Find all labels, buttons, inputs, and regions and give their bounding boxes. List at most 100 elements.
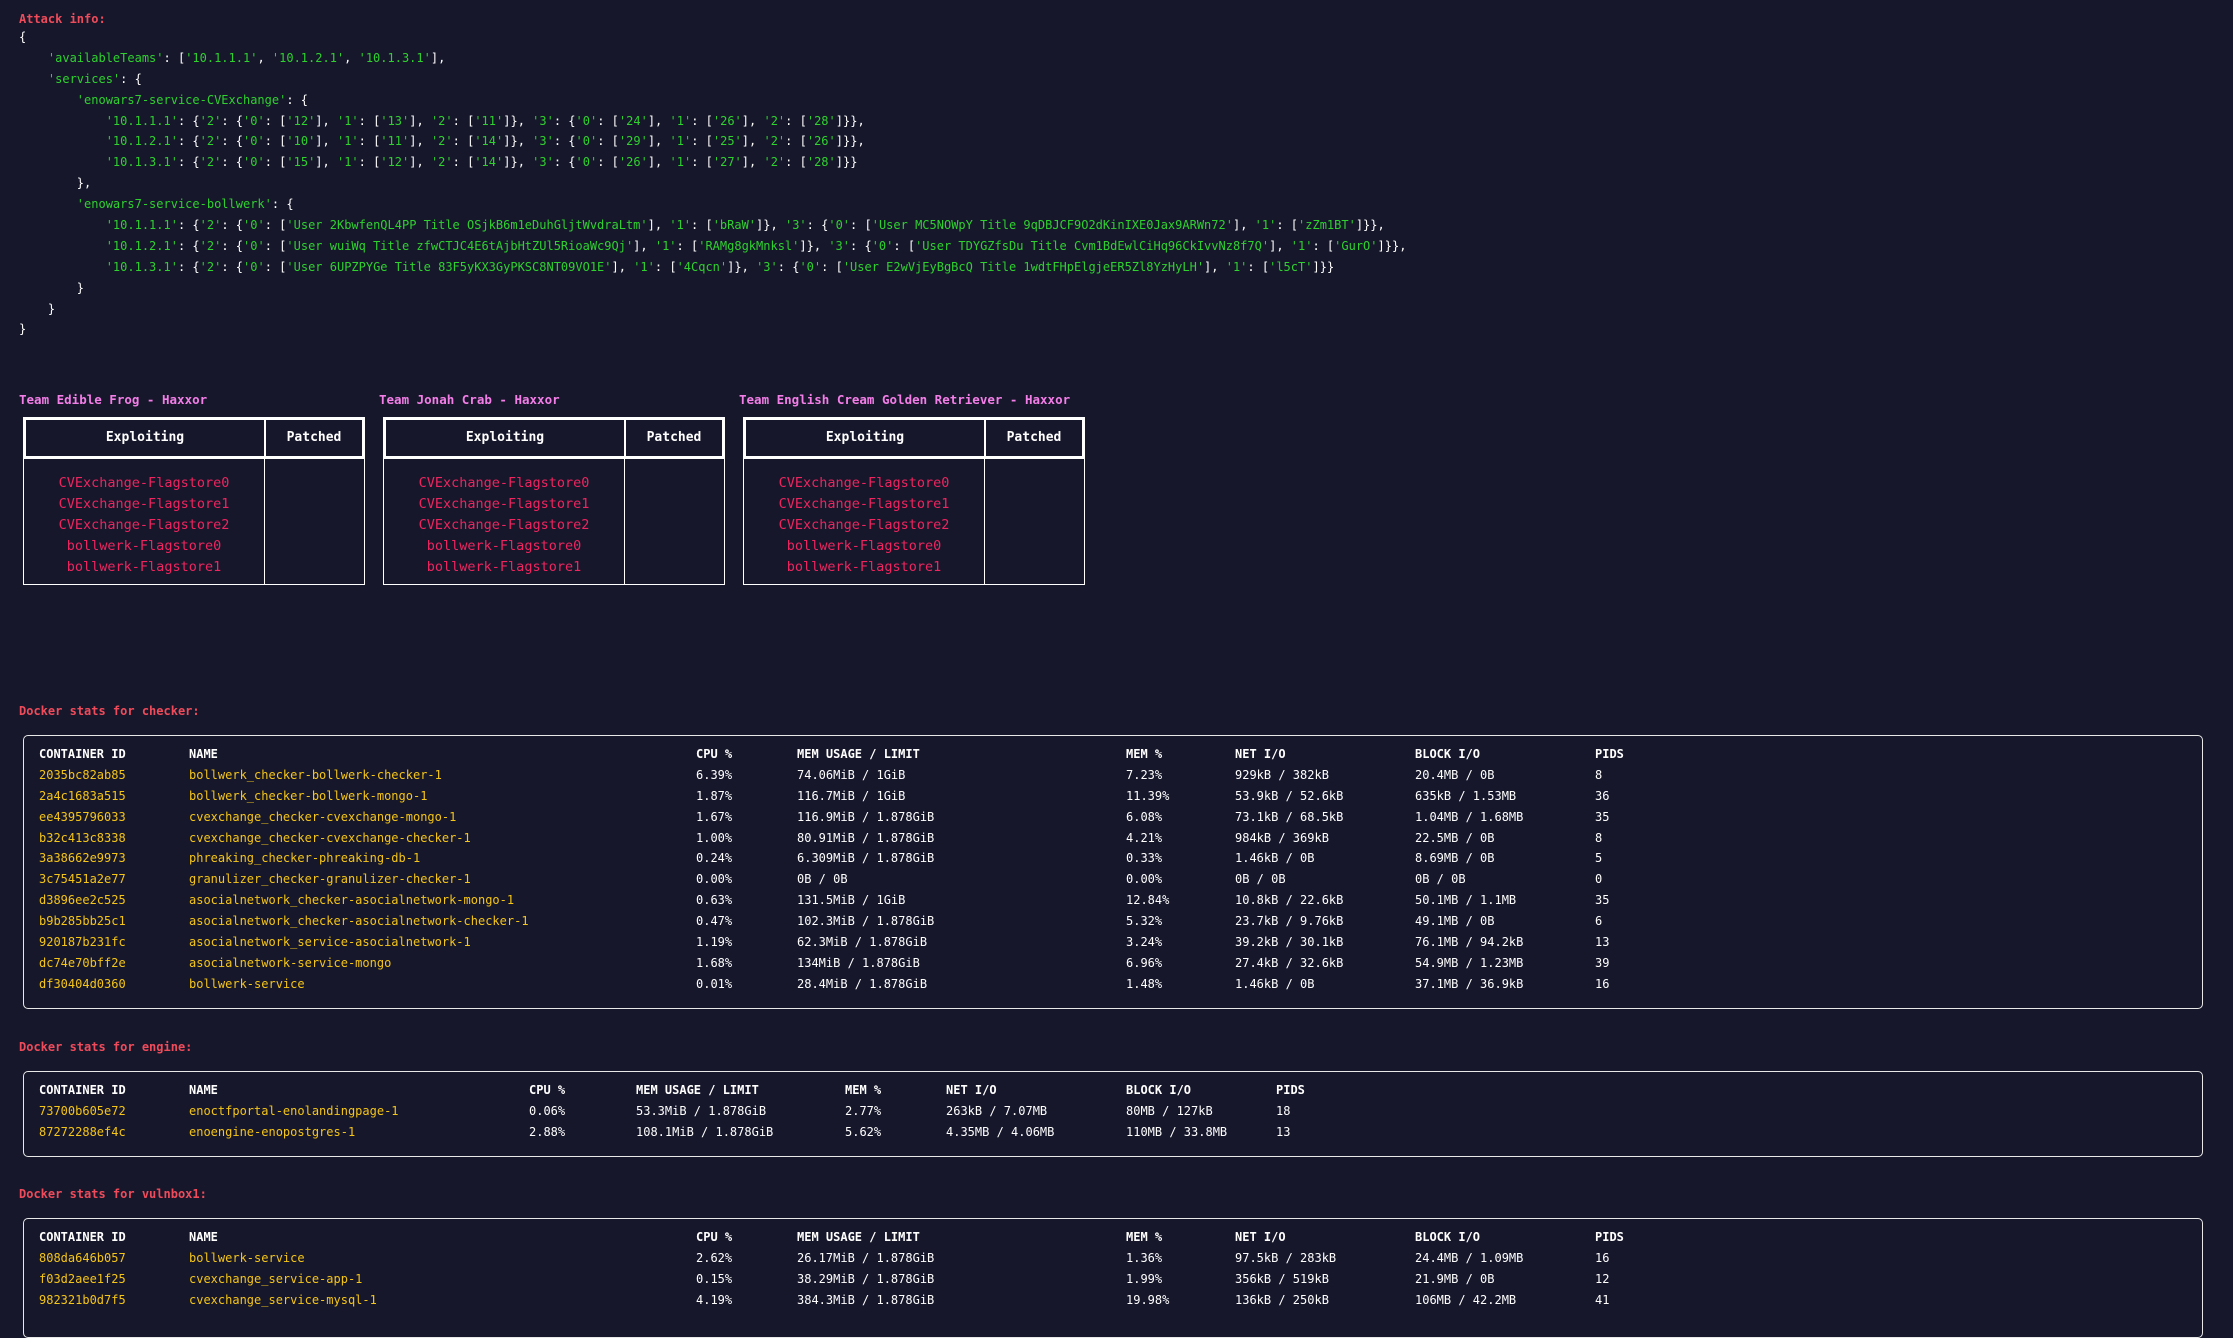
pids: 8 <box>1595 830 1603 845</box>
mem-usage: 102.3MiB / 1.878GiB <box>797 914 935 929</box>
mem-percent: 7.23% <box>1126 767 1163 782</box>
exploiting-list: CVExchange-Flagstore0 CVExchange-Flagstor… <box>23 458 265 586</box>
patched-list <box>265 458 365 586</box>
table-row: 87272288ef4c enoengine-enopostgres-1 2.88%… <box>39 1122 2202 1143</box>
cpu-percent: 2.88% <box>529 1124 566 1139</box>
pids: 16 <box>1595 1250 1610 1265</box>
net-io: 929kB / 382kB <box>1235 767 1329 782</box>
exploited-flagstore: bollwerk-Flagstore1 <box>786 558 942 575</box>
mem-percent: 6.96% <box>1126 955 1163 970</box>
column-header: MEM % <box>845 1083 882 1097</box>
container-id: 73700b605e72 <box>39 1103 126 1118</box>
table-row: 73700b605e72 enoctfportal-enolandingpage-… <box>39 1101 2202 1122</box>
exploited-flagstore: bollwerk-Flagstore0 <box>786 537 942 554</box>
cpu-percent: 1.87% <box>696 788 733 803</box>
container-name: cvexchange_checker-cvexchange-checker-1 <box>189 830 471 845</box>
column-header: CPU % <box>529 1083 566 1097</box>
service-entry-line: '10.1.3.1': {'2': {'0': ['15'], '1': ['1… <box>105 155 858 170</box>
column-header: BLOCK I/O <box>1415 747 1481 761</box>
cpu-percent: 0.06% <box>529 1103 566 1118</box>
net-io: 97.5kB / 283kB <box>1235 1250 1337 1265</box>
json-line: } <box>76 280 85 295</box>
service-entry-line: '10.1.1.1': {'2': {'0': ['12'], '1': ['1… <box>105 113 865 128</box>
mem-percent: 3.24% <box>1126 935 1163 950</box>
table-row: b9b285bb25c1 asocialnetwork_checker-asoci… <box>39 911 2202 932</box>
exploited-flagstore: bollwerk-Flagstore0 <box>66 537 222 554</box>
table-row: b32c413c8338 cvexchange_checker-cvexchang… <box>39 828 2202 849</box>
net-io: 4.35MB / 4.06MB <box>946 1124 1055 1139</box>
json-line: }, <box>76 176 92 191</box>
cpu-percent: 0.24% <box>696 851 733 866</box>
block-io: 50.1MB / 1.1MB <box>1415 893 1517 908</box>
column-header: MEM % <box>1126 747 1163 761</box>
exploiting-list: CVExchange-Flagstore0 CVExchange-Flagstor… <box>743 458 985 586</box>
cpu-percent: 0.63% <box>696 893 733 908</box>
column-header: CPU % <box>696 747 733 761</box>
net-io: 356kB / 519kB <box>1235 1271 1329 1286</box>
container-id: dc74e70bff2e <box>39 955 126 970</box>
patched-header: Patched <box>985 416 1085 459</box>
exploited-flagstore: CVExchange-Flagstore2 <box>58 516 230 533</box>
pids: 6 <box>1595 914 1603 929</box>
team-status-table: Exploiting Patched CVExchange-Flagstore0… <box>743 416 1085 586</box>
exploited-flagstore: CVExchange-Flagstore1 <box>778 495 950 512</box>
team-status-table: Exploiting Patched CVExchange-Flagstore0… <box>23 416 365 586</box>
container-name: phreaking_checker-phreaking-db-1 <box>189 851 421 866</box>
mem-percent: 4.21% <box>1126 830 1163 845</box>
mem-percent: 5.62% <box>845 1124 882 1139</box>
table-row: f03d2aee1f25 cvexchange_service-app-1 0.15… <box>39 1269 2202 1290</box>
net-io: 1.46kB / 0B <box>1235 976 1315 991</box>
net-io: 0B / 0B <box>1235 872 1286 887</box>
table-row: df30404d0360 bollwerk-service 0.01% 28.4MiB… <box>39 974 2202 995</box>
block-io: 22.5MB / 0B <box>1415 830 1495 845</box>
mem-percent: 1.36% <box>1126 1250 1163 1265</box>
net-io: 263kB / 7.07MB <box>946 1103 1048 1118</box>
table-header-row: CONTAINER ID NAME CPU % MEM USAGE / LIMIT ME… <box>39 1227 2202 1248</box>
container-name: cvexchange_service-mysql-1 <box>189 1292 377 1307</box>
attack-info-title: Attack info: <box>19 12 106 26</box>
container-name: asocialnetwork-service-mongo <box>189 955 392 970</box>
exploiting-header: Exploiting <box>743 416 985 459</box>
cpu-percent: 4.19% <box>696 1292 733 1307</box>
mem-usage: 0B / 0B <box>797 872 848 887</box>
column-header: MEM USAGE / LIMIT <box>797 747 920 761</box>
cpu-percent: 2.62% <box>696 1250 733 1265</box>
column-header: PIDS <box>1595 747 1624 761</box>
table-row: 920187b231fc asocialnetwork_service-asoci… <box>39 932 2202 953</box>
container-id: 808da646b057 <box>39 1250 126 1265</box>
exploited-flagstore: bollwerk-Flagstore1 <box>66 558 222 575</box>
mem-usage: 80.91MiB / 1.878GiB <box>797 830 935 845</box>
table-row: 982321b0d7f5 cvexchange_service-mysql-1 4.… <box>39 1290 2202 1311</box>
cpu-percent: 0.00% <box>696 872 733 887</box>
container-id: 2035bc82ab85 <box>39 767 126 782</box>
mem-percent: 11.39% <box>1126 788 1170 803</box>
cpu-percent: 1.19% <box>696 935 733 950</box>
container-name: bollwerk-service <box>189 1250 305 1265</box>
mem-percent: 19.98% <box>1126 1292 1170 1307</box>
docker-stats-table: CONTAINER ID NAME CPU % MEM USAGE / LIMIT ME… <box>23 1071 2203 1157</box>
attack-info-json: { 'availableTeams': ['10.1.1.1', '10.1.2… <box>19 27 1406 340</box>
container-name: asocialnetwork_service-asocialnetwork-1 <box>189 935 471 950</box>
docker-section-title: Docker stats for checker: <box>19 704 200 718</box>
table-row: 808da646b057 bollwerk-service 2.62% 26.17Mi… <box>39 1248 2202 1269</box>
container-name: enoctfportal-enolandingpage-1 <box>189 1103 399 1118</box>
block-io: 1.04MB / 1.68MB <box>1415 809 1524 824</box>
pids: 35 <box>1595 893 1610 908</box>
service-entry-line: '10.1.2.1': {'2': {'0': ['User wuiWq Tit… <box>105 238 1407 253</box>
container-id: 2a4c1683a515 <box>39 788 126 803</box>
table-row: 3a38662e9973 phreaking_checker-phreaking-… <box>39 848 2202 869</box>
pids: 35 <box>1595 809 1610 824</box>
container-id: ee4395796033 <box>39 809 126 824</box>
mem-percent: 5.32% <box>1126 914 1163 929</box>
table-row: 2035bc82ab85 bollwerk_checker-bollwerk-ch… <box>39 765 2202 786</box>
available-teams-line: 'availableTeams': ['10.1.1.1', '10.1.2.1… <box>47 50 446 65</box>
service-entry-line: '10.1.1.1': {'2': {'0': ['User 2KbwfenQL… <box>105 218 1385 233</box>
mem-usage: 131.5MiB / 1GiB <box>797 893 906 908</box>
pids: 8 <box>1595 767 1603 782</box>
json-line: } <box>47 301 56 316</box>
column-header: NAME <box>189 1230 218 1244</box>
cpu-percent: 0.01% <box>696 976 733 991</box>
column-header: BLOCK I/O <box>1126 1083 1192 1097</box>
mem-usage: 62.3MiB / 1.878GiB <box>797 935 928 950</box>
exploited-flagstore: CVExchange-Flagstore2 <box>418 516 590 533</box>
